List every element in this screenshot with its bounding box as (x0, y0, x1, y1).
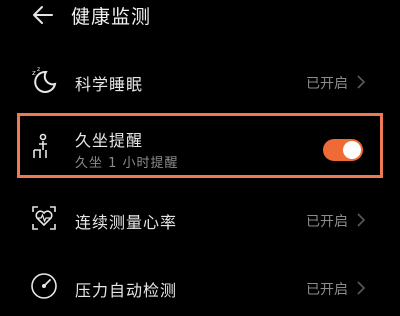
moon-sleep-icon: z z (32, 66, 57, 93)
status-text: 已开启 (306, 214, 348, 230)
status-text: 已开启 (306, 76, 348, 92)
list-item-scientific-sleep[interactable]: z z 科学睡眠 已开启 (0, 50, 400, 112)
row-label: 压力自动检测 (75, 281, 178, 300)
svg-text:z: z (37, 66, 40, 73)
chevron-right-icon (357, 75, 366, 89)
gauge-icon (31, 273, 57, 299)
chevron-right-icon (357, 213, 366, 227)
toggle-knob (343, 141, 361, 159)
arrow-left-icon[interactable] (30, 2, 56, 28)
row-label: 久坐提醒 (75, 131, 144, 150)
list-item-continuous-heart-rate[interactable]: 连续测量心率 已开启 (0, 188, 400, 250)
sedentary-toggle[interactable] (323, 139, 363, 161)
chevron-right-icon (357, 281, 366, 295)
list-item-auto-stress-detection[interactable]: 压力自动检测 已开启 (0, 254, 400, 316)
svg-text:z: z (32, 69, 36, 77)
heart-rate-icon (32, 206, 56, 230)
app-header: 健康监测 (0, 0, 400, 32)
sedentary-person-icon (33, 133, 47, 158)
page-title: 健康监测 (71, 6, 152, 28)
status-text: 已开启 (306, 282, 348, 298)
row-label: 连续测量心率 (75, 213, 178, 232)
row-sublabel: 久坐 1 小时提醒 (75, 156, 179, 171)
row-label: 科学睡眠 (75, 75, 144, 94)
